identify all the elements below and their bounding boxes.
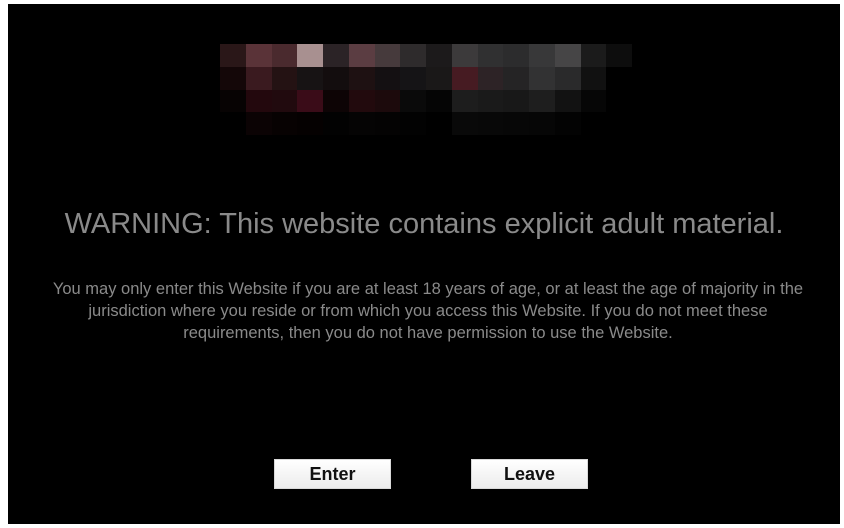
logo-pixel (529, 44, 555, 67)
logo-pixel (245, 44, 272, 67)
logo-pixel (220, 44, 246, 67)
logo-pixel (271, 112, 298, 135)
logo-pixel (451, 112, 478, 135)
logo-pixel (580, 112, 607, 135)
logo-pixel (400, 44, 426, 67)
logo-pixel (374, 44, 401, 67)
logo-pixel (400, 89, 426, 113)
logo-pixel (554, 89, 581, 113)
logo-pixel (271, 89, 298, 113)
logo-pixel (529, 89, 555, 113)
logo-pixel (580, 89, 607, 113)
logo-pixel (374, 66, 401, 90)
warning-body: You may only enter this Website if you a… (52, 280, 804, 342)
age-gate-panel: WARNING: This website contains explicit … (8, 4, 840, 524)
logo-pixel (220, 66, 246, 90)
logo-pixel (580, 66, 607, 90)
logo-pixel (426, 112, 452, 135)
logo-pixel (554, 44, 581, 67)
logo-pixel (348, 44, 375, 67)
logo-pixel (529, 66, 555, 90)
logo-pixel (554, 66, 581, 90)
logo-pixel (503, 44, 529, 67)
logo-pixel (374, 112, 401, 135)
logo-pixel (297, 66, 323, 90)
logo-pixel (245, 66, 272, 90)
logo-pixel (426, 44, 452, 67)
leave-button[interactable]: Leave (471, 459, 588, 489)
logo-pixel (220, 89, 246, 113)
logo-pixel (323, 44, 349, 67)
logo-pixel (348, 66, 375, 90)
logo-pixel (323, 89, 349, 113)
logo-pixel (451, 66, 478, 90)
logo-pixel (477, 89, 504, 113)
logo-pixel (451, 89, 478, 113)
logo-pixel (580, 44, 607, 67)
logo-pixel (606, 66, 632, 90)
logo-pixel (297, 44, 323, 67)
enter-button[interactable]: Enter (274, 459, 391, 489)
logo-pixel (606, 112, 632, 135)
logo-pixel (348, 112, 375, 135)
logo-pixel (271, 44, 298, 67)
logo-pixel (503, 89, 529, 113)
logo-pixel (400, 112, 426, 135)
logo-pixel (400, 66, 426, 90)
logo-pixel (374, 89, 401, 113)
logo-pixel (297, 89, 323, 113)
logo-pixel (529, 112, 555, 135)
logo-pixel (606, 44, 632, 67)
logo-pixel (606, 89, 632, 113)
logo-pixel (554, 112, 581, 135)
logo-pixel (220, 112, 246, 135)
logo-pixel (477, 44, 504, 67)
logo-pixel (323, 112, 349, 135)
logo-pixel (245, 89, 272, 113)
logo-pixel (477, 112, 504, 135)
logo-pixel (426, 89, 452, 113)
logo-pixel (477, 66, 504, 90)
logo-pixel (245, 112, 272, 135)
logo-pixel (271, 66, 298, 90)
warning-title: WARNING: This website contains explicit … (64, 208, 784, 240)
logo-pixel (348, 89, 375, 113)
logo-pixel (451, 44, 478, 67)
logo-pixel (503, 112, 529, 135)
logo-pixel (323, 66, 349, 90)
logo-pixel (503, 66, 529, 90)
site-logo (220, 44, 632, 135)
logo-pixel (426, 66, 452, 90)
logo-pixel (297, 112, 323, 135)
